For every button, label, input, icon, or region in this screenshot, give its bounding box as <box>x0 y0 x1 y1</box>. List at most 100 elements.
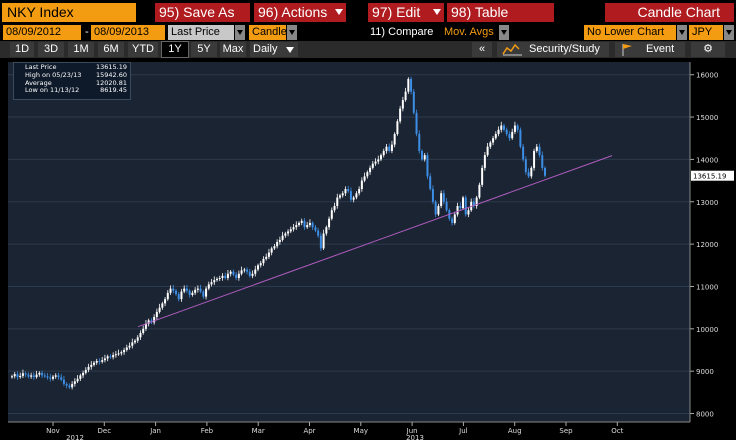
mov-avgs-link[interactable]: Mov. Avgs <box>444 25 494 40</box>
lower-chart-chevron-down-icon[interactable] <box>677 25 687 40</box>
flag-icon <box>622 44 632 56</box>
candle-body <box>467 210 470 215</box>
mov-avgs-chevron-down-icon[interactable] <box>499 25 509 40</box>
last-price-label: 13615.19 <box>693 173 726 181</box>
candle-body <box>497 129 500 134</box>
event-button[interactable]: Event <box>615 42 685 57</box>
candle-body <box>161 303 164 308</box>
candle-body <box>371 163 374 168</box>
candle-body <box>210 282 213 285</box>
candle-chart[interactable]: 8000 9000 10000 11000 12000 13000 14000 15000 16… <box>0 58 736 440</box>
period-tab-max[interactable]: Max <box>220 42 246 57</box>
actions-button[interactable]: 96) Actions <box>254 3 346 22</box>
candle-body <box>314 227 317 231</box>
candle-body <box>267 252 270 257</box>
x-tick-label: Jan <box>149 427 161 435</box>
candle-body <box>123 350 126 353</box>
table-button[interactable]: 98) Table <box>447 3 554 22</box>
candle-body <box>134 340 136 343</box>
period-tab-ytd[interactable]: YTD <box>128 42 158 57</box>
y-tick-label: 15000 <box>696 114 718 122</box>
period-tab-5y[interactable]: 5Y <box>191 42 217 57</box>
candle-body <box>317 230 320 236</box>
candle-body <box>16 374 19 378</box>
candle-body <box>79 375 82 379</box>
save-as-button[interactable]: 95) Save As <box>155 3 250 22</box>
candle-body <box>54 375 57 377</box>
end-date-field[interactable]: 08/09/2013 <box>91 25 165 40</box>
y-tick-label: 16000 <box>696 72 718 80</box>
start-date-field[interactable]: 08/09/2012 <box>3 25 81 40</box>
candle-body <box>437 206 440 215</box>
candle-body <box>524 159 527 173</box>
frequency-select[interactable]: Daily <box>250 42 298 57</box>
candle-body <box>11 376 13 378</box>
price-field-select[interactable]: Last Price <box>168 25 234 40</box>
candle-body <box>284 233 287 236</box>
x-tick-label: Nov <box>46 427 60 435</box>
chart-style-chevron-down-icon[interactable] <box>287 25 297 40</box>
edit-number: 97) <box>372 4 393 20</box>
candle-body <box>281 235 284 240</box>
period-tab-1y[interactable]: 1Y <box>161 41 189 58</box>
candle-body <box>426 155 429 177</box>
settings-button[interactable]: ⚙ <box>691 42 725 57</box>
candle-body <box>112 355 115 358</box>
x-tick-label: Oct <box>611 427 623 435</box>
table-number: 98) <box>451 4 472 20</box>
candle-body <box>183 288 186 292</box>
compare-link[interactable]: 11) Compare <box>370 25 433 40</box>
candle-body <box>164 299 167 304</box>
x-tick-label: Feb <box>201 427 214 435</box>
candle-body <box>380 155 382 160</box>
candle-body <box>494 134 497 139</box>
candle-body <box>278 239 281 242</box>
save-as-number: 95) <box>159 4 180 20</box>
candle-body <box>535 146 538 151</box>
candle-body <box>336 197 339 206</box>
chart-style-select[interactable]: Candle <box>249 25 287 40</box>
candle-body <box>303 220 306 228</box>
candle-body <box>196 288 199 290</box>
currency-chevron-down-icon[interactable] <box>724 25 734 40</box>
lower-chart-select[interactable]: No Lower Chart <box>584 25 676 40</box>
legend-value: 8619.45 <box>100 86 127 95</box>
actions-label: Actions <box>281 4 328 20</box>
candle-body <box>325 227 328 234</box>
period-tab-3d[interactable]: 3D <box>38 42 64 57</box>
year-label: 2013 <box>406 434 424 440</box>
candle-body <box>519 129 522 147</box>
currency-select[interactable]: JPY <box>689 25 723 40</box>
candle-body <box>49 377 52 379</box>
candle-body <box>158 307 161 312</box>
candle-body <box>390 144 393 151</box>
candle-body <box>103 358 106 361</box>
candle-body <box>462 197 464 209</box>
collapse-button[interactable]: « <box>472 42 492 57</box>
candle-body <box>544 167 546 176</box>
candle-body <box>366 172 369 177</box>
candle-body <box>71 383 74 388</box>
period-tab-6m[interactable]: 6M <box>98 42 124 57</box>
price-field-chevron-down-icon[interactable] <box>235 25 245 40</box>
security-study-button[interactable]: Security/Study <box>497 42 609 57</box>
candle-body <box>257 265 259 270</box>
candle-body <box>500 125 503 130</box>
candle-body <box>355 193 358 198</box>
candle-body <box>194 289 197 293</box>
security-ticker-field[interactable]: NKY Index <box>2 3 136 22</box>
period-tab-1m[interactable]: 1M <box>68 42 94 57</box>
candle-body <box>489 142 492 147</box>
period-tab-1d[interactable]: 1D <box>10 42 34 57</box>
chart-type-title: Candle Chart <box>605 3 734 22</box>
x-tick-label: Dec <box>98 427 112 435</box>
candle-body <box>35 374 38 378</box>
candle-body <box>98 361 101 363</box>
period-row: 1D 3D 1M 6M YTD 1Y 5Y Max Daily « Securi… <box>0 41 736 58</box>
edit-button[interactable]: 97) Edit <box>368 3 444 22</box>
candle-body <box>180 291 183 300</box>
candle-body <box>492 138 495 143</box>
candle-body <box>246 269 249 272</box>
candle-body <box>388 146 391 151</box>
candle-body <box>117 353 120 355</box>
